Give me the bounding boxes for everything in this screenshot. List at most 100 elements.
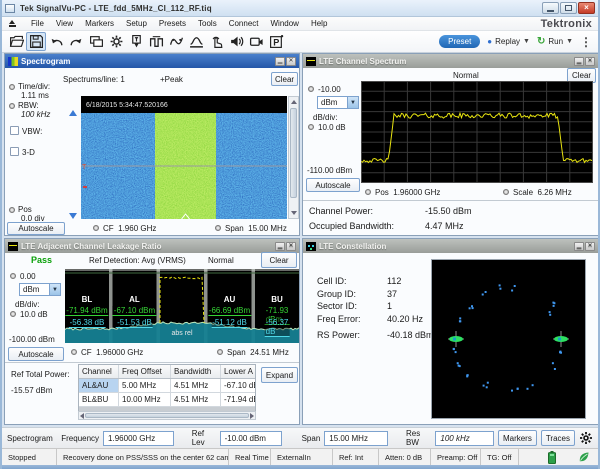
res-bw-field[interactable]: 100 kHz <box>435 431 494 446</box>
panel-close-icon[interactable]: ✕ <box>286 242 296 251</box>
panel-close-icon[interactable]: ✕ <box>585 57 595 66</box>
spectrogram-top-marker-icon[interactable] <box>69 110 77 116</box>
menu-help[interactable]: Help <box>305 17 333 30</box>
minimize-button[interactable] <box>542 2 559 14</box>
cs-unit-combo[interactable]: dBm ▼ <box>317 96 359 109</box>
markers-button[interactable]: Markers <box>498 430 537 446</box>
spectrogram-bottom-marker-icon[interactable] <box>69 213 77 219</box>
preset-button[interactable]: Preset <box>439 35 480 48</box>
scroll-right-icon[interactable] <box>250 413 254 419</box>
cell-channel[interactable]: BL&BU <box>79 393 119 406</box>
threed-checkbox[interactable] <box>10 147 19 156</box>
cs-pos-knob-icon[interactable] <box>365 189 371 195</box>
menu-file[interactable]: File <box>25 17 50 30</box>
aclr-clear-button[interactable]: Clear <box>261 252 297 268</box>
more-menu-icon[interactable]: ⋮ <box>580 35 592 49</box>
redo-icon[interactable] <box>66 32 86 51</box>
rbw-knob-icon[interactable] <box>9 103 15 109</box>
pos-knob-icon[interactable] <box>9 207 15 213</box>
maximize-button[interactable] <box>560 2 577 14</box>
table-row[interactable]: BL&BU 10.00 MHz 4.51 MHz -71.94 dB <box>79 393 255 407</box>
aclr-autoscale-button[interactable]: Autoscale <box>8 347 64 361</box>
camera-icon[interactable] <box>246 32 266 51</box>
constellation-plot[interactable] <box>431 259 586 419</box>
combo-caret-icon[interactable]: ▼ <box>347 97 358 108</box>
aclr-ref-level[interactable]: 0.00 <box>20 272 36 281</box>
menu-presets[interactable]: Presets <box>153 17 192 30</box>
eject-icon[interactable] <box>8 20 17 28</box>
cs-pos[interactable]: Pos 1.96000 GHz <box>375 188 440 197</box>
channel-spectrum-plot[interactable] <box>361 81 593 183</box>
scroll-down-icon[interactable] <box>289 208 298 218</box>
cs-dbdiv-knob-icon[interactable] <box>308 124 314 130</box>
cell-freq-offset[interactable]: 10.00 MHz <box>119 393 171 406</box>
span-field[interactable]: 15.00 MHz <box>324 431 388 446</box>
aclr-span-knob-icon[interactable] <box>217 349 223 355</box>
cs-autoscale-button[interactable]: Autoscale <box>306 178 360 192</box>
preset-p-icon[interactable]: P <box>266 32 286 51</box>
menu-view[interactable]: View <box>50 17 79 30</box>
detection-mode[interactable]: +Peak <box>160 75 183 84</box>
time-div-value[interactable]: 1.11 ms <box>21 91 49 100</box>
spectrogram-plot[interactable]: 6/18/2015 5:34:47.520166 T <box>81 96 287 219</box>
aclr-unit-combo[interactable]: dBm ▼ <box>19 283 61 296</box>
menu-connect[interactable]: Connect <box>223 17 265 30</box>
aclr-table-hscrollbar[interactable] <box>78 411 256 420</box>
vbw-checkbox[interactable] <box>10 126 19 135</box>
panel-minimize-icon[interactable]: ▁ <box>574 57 584 66</box>
cs-scale[interactable]: Scale 6.26 MHz <box>513 188 572 197</box>
panel-minimize-icon[interactable]: ▁ <box>275 57 285 66</box>
replay-dropdown[interactable]: ● Replay ▼ <box>487 37 530 46</box>
settings-gear-button[interactable] <box>579 430 593 446</box>
audio-icon[interactable] <box>226 32 246 51</box>
frequency-field[interactable]: 1.96000 GHz <box>103 431 174 446</box>
aclr-span[interactable]: Span 24.51 MHz <box>227 348 289 357</box>
aclr-dbdiv-value[interactable]: 10.0 dB <box>20 310 48 319</box>
close-button[interactable]: × <box>578 2 595 14</box>
cell-freq-offset[interactable]: 5.00 MHz <box>119 379 171 392</box>
spectrogram-header[interactable]: Spectrogram ▁ ✕ <box>5 54 299 68</box>
spectrogram-scrollbar[interactable] <box>288 96 299 219</box>
traces-button[interactable]: Traces <box>541 430 575 446</box>
expand-button[interactable]: Expand <box>261 367 298 383</box>
spectrum-icon[interactable] <box>186 32 206 51</box>
combo-caret-icon[interactable]: ▼ <box>49 284 60 295</box>
aclr-ref-detection[interactable]: Ref Detection: Avg (VRMS) <box>89 256 186 265</box>
trigger-icon[interactable] <box>146 32 166 51</box>
marker-icon[interactable] <box>126 32 146 51</box>
menu-setup[interactable]: Setup <box>120 17 153 30</box>
run-dropdown[interactable]: ↻ Run ▼ <box>537 36 573 47</box>
aclr-table[interactable]: Channel Freq Offset Bandwidth Lower A AL… <box>78 364 256 416</box>
cs-scale-knob-icon[interactable] <box>503 189 509 195</box>
displays-icon[interactable] <box>86 32 106 51</box>
settings-gear-icon[interactable] <box>106 32 126 51</box>
analysis-icon[interactable] <box>166 32 186 51</box>
table-row[interactable]: AL&AU 5.00 MHz 4.51 MHz -67.10 dB <box>79 379 255 393</box>
channel-spectrum-header[interactable]: LTE Channel Spectrum ▁ ✕ <box>303 54 598 68</box>
cell-bandwidth[interactable]: 4.51 MHz <box>171 393 221 406</box>
time-div-knob-icon[interactable] <box>9 84 15 90</box>
cs-ref-knob-icon[interactable] <box>308 86 314 92</box>
aclr-cf-knob-icon[interactable] <box>71 349 77 355</box>
menu-window[interactable]: Window <box>265 17 305 30</box>
spectrogram-clear-button[interactable]: Clear <box>271 72 298 86</box>
menu-markers[interactable]: Markers <box>79 17 120 30</box>
cf-knob-icon[interactable] <box>93 225 99 231</box>
spectrogram-cf[interactable]: CF 1.960 GHz <box>103 224 156 233</box>
spectrums-per-line[interactable]: Spectrums/line: 1 <box>63 75 125 84</box>
cell-lower[interactable]: -67.10 dB <box>221 379 256 392</box>
spectrogram-autoscale-button[interactable]: Autoscale <box>7 222 65 235</box>
cell-bandwidth[interactable]: 4.51 MHz <box>171 379 221 392</box>
cell-channel[interactable]: AL&AU <box>79 379 119 392</box>
touch-icon[interactable] <box>206 32 226 51</box>
panel-close-icon[interactable]: ✕ <box>286 57 296 66</box>
panel-close-icon[interactable]: ✕ <box>585 242 595 251</box>
aclr-abs-rel-label[interactable]: abs rel <box>171 330 192 337</box>
rbw-value[interactable]: 100 kHz <box>21 110 50 119</box>
open-folder-icon[interactable] <box>6 32 26 51</box>
constellation-header[interactable]: LTE Constellation ▁ ✕ <box>303 239 598 253</box>
menu-tools[interactable]: Tools <box>192 17 223 30</box>
aclr-trace-mode[interactable]: Normal <box>208 256 234 265</box>
cs-ref-level[interactable]: -10.00 <box>318 85 341 94</box>
cell-lower[interactable]: -71.94 dB <box>221 393 256 406</box>
